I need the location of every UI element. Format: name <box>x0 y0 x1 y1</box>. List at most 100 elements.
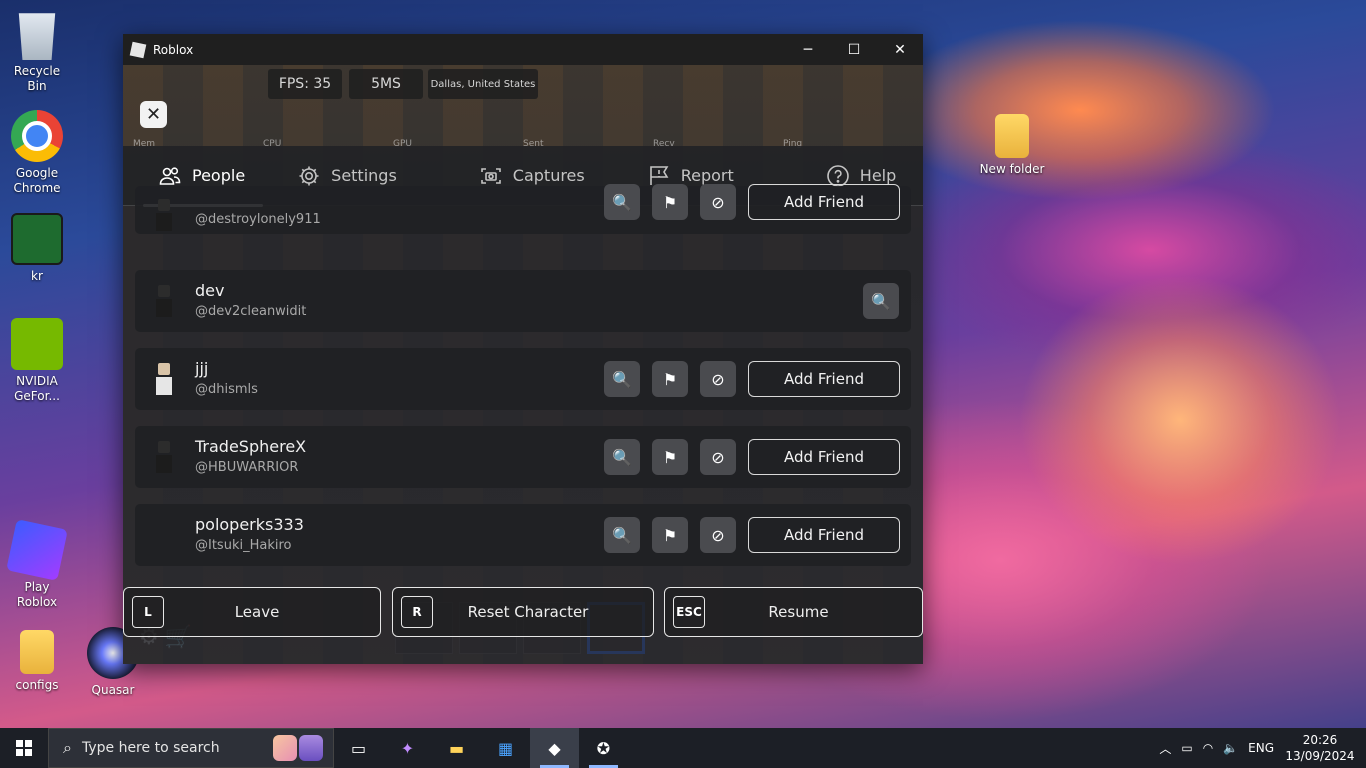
tab-label: Settings <box>331 166 397 185</box>
people-icon <box>158 164 182 188</box>
escape-menu: People Settings Captures Report Help @de… <box>123 146 923 664</box>
task-view-button[interactable]: ▭ <box>334 728 383 768</box>
player-names: poloperks333 @Itsuki_Hakiro <box>195 515 604 555</box>
zoom-in-icon: 🔍 <box>612 525 632 545</box>
server-location: Dallas, United States <box>428 69 538 99</box>
avatar <box>147 281 181 321</box>
camera-icon <box>479 164 503 188</box>
folder-icon: ▬ <box>448 738 465 758</box>
clock-time: 20:26 <box>1302 733 1338 747</box>
chevron-up-icon[interactable]: ︿ <box>1159 740 1171 757</box>
desktop-icon-label: New folder <box>979 162 1045 176</box>
block-player-button[interactable]: ⊘ <box>700 439 736 475</box>
player-names: @destroylonely911 <box>195 191 604 229</box>
zoom-in-icon: 🔍 <box>612 447 632 467</box>
window-title: Roblox <box>153 42 194 57</box>
report-player-button[interactable]: ⚑ <box>652 361 688 397</box>
add-friend-button[interactable]: Add Friend <box>748 184 900 220</box>
desktop-icon-label: Recycle Bin <box>13 64 61 93</box>
add-friend-button[interactable]: Add Friend <box>748 361 900 397</box>
store-icon: ▦ <box>497 738 514 758</box>
close-window-button[interactable]: ✕ <box>877 34 923 65</box>
tab-label: Captures <box>512 166 585 185</box>
avatar <box>147 437 181 477</box>
add-friend-button[interactable]: Add Friend <box>748 439 900 475</box>
resume-button[interactable]: ESC Resume <box>664 587 923 637</box>
inspect-button[interactable]: 🔍 <box>604 184 640 220</box>
windows-logo-icon <box>16 740 32 756</box>
desktop-icon-recycle-bin[interactable]: Recycle Bin <box>5 8 69 94</box>
zoom-in-icon: 🔍 <box>612 369 632 389</box>
start-button[interactable] <box>0 728 48 768</box>
block-player-button[interactable]: ⊘ <box>700 517 736 553</box>
clock-date: 13/09/2024 <box>1285 749 1355 763</box>
button-label: Leave <box>234 603 280 621</box>
zoom-in-icon: 🔍 <box>612 192 632 212</box>
desktop-icon-label: Quasar <box>91 683 135 697</box>
inspect-button[interactable]: 🔍 <box>863 283 899 319</box>
clock[interactable]: 20:26 13/09/2024 <box>1284 732 1356 764</box>
add-friend-button[interactable]: Add Friend <box>748 517 900 553</box>
language-indicator[interactable]: ENG <box>1248 741 1274 755</box>
tab-label: Help <box>859 166 897 185</box>
roblox-window: Roblox ─ ☐ ✕ FPS: 35 5MS Dallas, United … <box>123 34 923 664</box>
desktop-icon-nvidia[interactable]: NVIDIA GeFor... <box>5 318 69 404</box>
tab-label: People <box>192 166 246 185</box>
desktop-icon-chrome[interactable]: Google Chrome <box>5 110 69 196</box>
leave-button[interactable]: L Leave <box>123 587 381 637</box>
player-username: @HBUWARRIOR <box>195 460 299 475</box>
report-player-button[interactable]: ⚑ <box>652 184 688 220</box>
quasar-taskbar-button[interactable]: ✪ <box>579 728 628 768</box>
battery-icon[interactable]: ▭ <box>1181 741 1192 755</box>
button-label: Resume <box>768 603 829 621</box>
folder-icon <box>995 114 1029 158</box>
taskbar: ⌕ Type here to search ▭ ✦ ▬ ▦ ◆ ✪ ︿ ▭ ◠ … <box>0 728 1366 768</box>
inspect-button[interactable]: 🔍 <box>604 517 640 553</box>
copilot-button[interactable]: ✦ <box>383 728 432 768</box>
chrome-icon <box>11 110 63 162</box>
desktop-icon-label: Google Chrome <box>13 166 61 195</box>
store-button[interactable]: ▦ <box>481 728 530 768</box>
desktop-icon-configs[interactable]: configs <box>5 630 69 693</box>
close-menu-button[interactable]: ✕ <box>140 101 167 128</box>
desktop-icon-label: configs <box>15 678 59 692</box>
search-placeholder: Type here to search <box>81 740 220 756</box>
player-username: @destroylonely911 <box>195 212 321 227</box>
menu-bottom-actions: L Leave R Reset Character ESC Resume <box>123 587 923 637</box>
game-viewport[interactable]: FPS: 35 5MS Dallas, United States Mem CP… <box>123 65 923 664</box>
report-player-button[interactable]: ⚑ <box>652 517 688 553</box>
minimize-button[interactable]: ─ <box>785 34 831 65</box>
flag-icon: ⚑ <box>662 369 678 389</box>
window-titlebar[interactable]: Roblox ─ ☐ ✕ <box>123 34 923 65</box>
desktop-icon-new-folder[interactable]: New folder <box>978 114 1046 177</box>
volume-icon[interactable]: 🔈 <box>1223 741 1238 755</box>
zoom-in-icon: 🔍 <box>871 291 891 311</box>
player-row: TradeSphereX @HBUWARRIOR 🔍 ⚑ ⊘ Add Frien… <box>135 426 911 488</box>
desktop-icon-kr[interactable]: kr <box>5 213 69 284</box>
player-username: @dhismls <box>195 382 258 397</box>
reset-character-button[interactable]: R Reset Character <box>392 587 654 637</box>
roblox-icon: ◆ <box>548 738 561 758</box>
player-row: @destroylonely911 🔍 ⚑ ⊘ Add Friend <box>135 184 911 234</box>
block-icon: ⊘ <box>711 525 725 545</box>
desktop-icon-play-roblox[interactable]: Play Roblox <box>5 519 69 610</box>
player-username: @Itsuki_Hakiro <box>195 538 292 553</box>
block-player-button[interactable]: ⊘ <box>700 184 736 220</box>
maximize-button[interactable]: ☐ <box>831 34 877 65</box>
block-icon: ⊘ <box>711 447 725 467</box>
system-tray: ︿ ▭ ◠ 🔈 ENG 20:26 13/09/2024 <box>1159 732 1366 764</box>
inspect-button[interactable]: 🔍 <box>604 361 640 397</box>
inspect-button[interactable]: 🔍 <box>604 439 640 475</box>
block-icon: ⊘ <box>711 369 725 389</box>
recycle-bin-icon <box>18 13 56 60</box>
file-explorer-button[interactable]: ▬ <box>432 728 481 768</box>
wifi-icon[interactable]: ◠ <box>1203 741 1213 755</box>
report-player-button[interactable]: ⚑ <box>652 439 688 475</box>
flag-icon: ⚑ <box>662 447 678 467</box>
flag-icon: ⚑ <box>662 192 678 212</box>
block-player-button[interactable]: ⊘ <box>700 361 736 397</box>
roblox-taskbar-button[interactable]: ◆ <box>530 728 579 768</box>
keycap-r: R <box>401 596 433 628</box>
taskbar-search[interactable]: ⌕ Type here to search <box>48 728 334 768</box>
player-display-name: TradeSphereX <box>195 437 307 456</box>
